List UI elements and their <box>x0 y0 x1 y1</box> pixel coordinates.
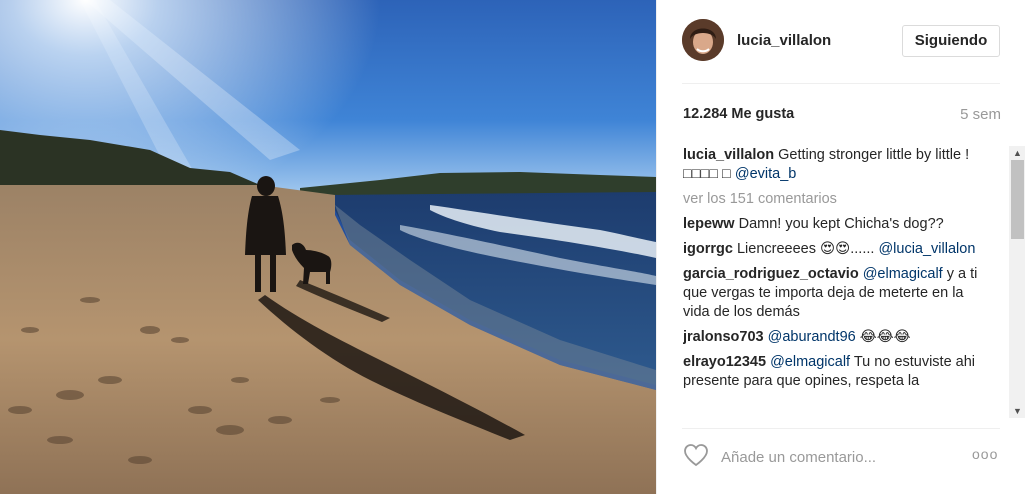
post-username[interactable]: lucia_villalon <box>737 32 831 49</box>
caption-user[interactable]: lucia_villalon <box>683 147 774 163</box>
comments-list[interactable]: lucia_villalon Getting stronger little b… <box>683 146 993 420</box>
comment-user[interactable]: garcia_rodriguez_octavio <box>683 266 859 282</box>
avatar[interactable] <box>682 19 724 61</box>
more-options-icon[interactable]: ooo <box>972 446 998 462</box>
list-item: lepeww Damn! you kept Chicha's dog?? <box>683 215 993 234</box>
caption: lucia_villalon Getting stronger little b… <box>683 146 993 184</box>
avatar-image <box>682 19 724 61</box>
post-photo[interactable] <box>0 0 656 494</box>
likes-count[interactable]: 12.284 Me gusta <box>683 106 794 122</box>
comment-user[interactable]: lepeww <box>683 216 735 232</box>
post-details-panel: lucia_villalon Siguiendo 12.284 Me gusta… <box>656 0 1025 494</box>
likes-row: 12.284 Me gusta 5 sem <box>683 106 1001 126</box>
add-comment-input[interactable]: Añade un comentario... <box>721 449 876 466</box>
list-item: garcia_rodriguez_octavio @elmagicalf y a… <box>683 265 993 322</box>
post-time[interactable]: 5 sem <box>960 106 1001 123</box>
comment-text: Liencreeees 😍😍...... <box>736 241 875 257</box>
comment-mention[interactable]: @elmagicalf <box>863 266 943 282</box>
comment-text: 😂😂😂 <box>859 329 911 345</box>
comment-user[interactable]: jralonso703 <box>683 329 764 345</box>
heart-icon[interactable] <box>683 443 709 467</box>
comment-mention[interactable]: @elmagicalf <box>770 354 850 370</box>
comment-mention[interactable]: @lucia_villalon <box>878 241 975 257</box>
view-all-comments-link[interactable]: ver los 151 comentarios <box>683 190 993 209</box>
list-item: jralonso703 @aburandt96 😂😂😂 <box>683 328 993 347</box>
scroll-up-arrow-icon[interactable]: ▲ <box>1009 146 1025 160</box>
post-header: lucia_villalon Siguiendo <box>657 0 1025 84</box>
comment-user[interactable]: elrayo12345 <box>683 354 766 370</box>
list-item: igorrgc Liencreeees 😍😍...... @lucia_vill… <box>683 240 993 259</box>
comment-user[interactable]: igorrgc <box>683 241 733 257</box>
divider <box>682 83 1000 84</box>
beach-photo-image <box>0 0 656 494</box>
list-item: elrayo12345 @elmagicalf Tu no estuviste … <box>683 353 993 391</box>
scroll-down-arrow-icon[interactable]: ▼ <box>1009 404 1025 418</box>
scroll-thumb[interactable] <box>1011 160 1024 239</box>
comment-text: Damn! you kept Chicha's dog?? <box>738 216 944 232</box>
comments-scrollbar[interactable]: ▲ ▼ <box>1009 146 1025 418</box>
comment-mention[interactable]: @aburandt96 <box>768 329 856 345</box>
divider <box>682 428 1000 429</box>
following-button[interactable]: Siguiendo <box>902 25 1000 57</box>
caption-mention[interactable]: @evita_b <box>735 166 796 182</box>
